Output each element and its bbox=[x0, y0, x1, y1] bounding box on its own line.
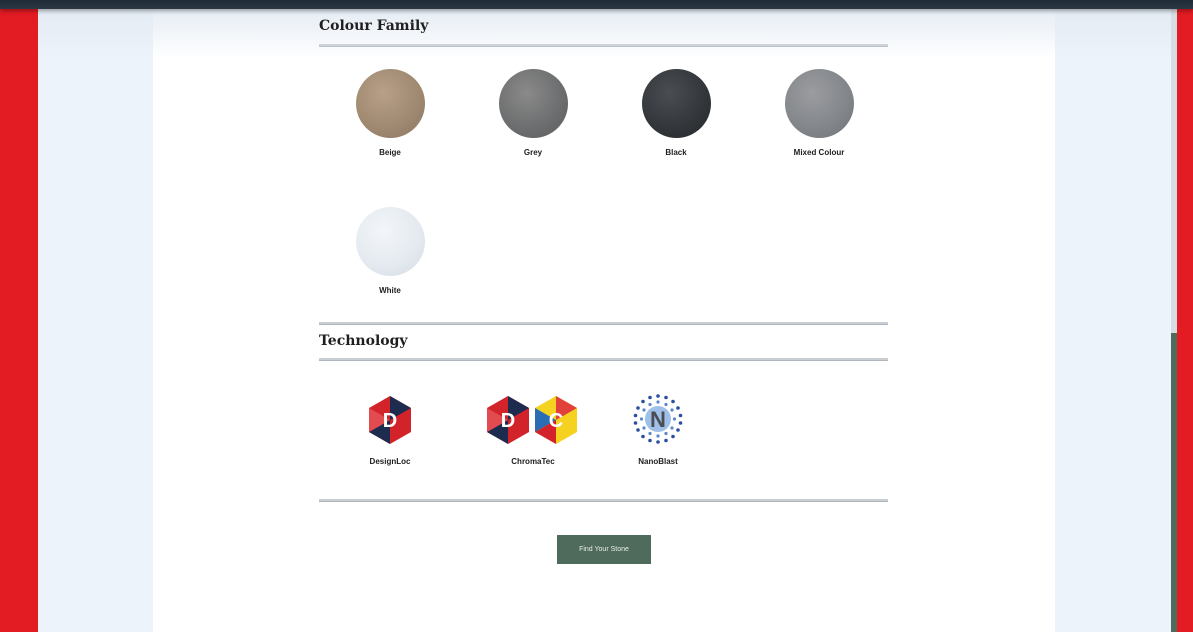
beige-stone-swatch[interactable] bbox=[355, 69, 425, 138]
white-stone-swatch[interactable] bbox=[355, 207, 425, 276]
browser-top-bar bbox=[0, 0, 1193, 9]
nanoblast-logo-icon: N bbox=[633, 394, 683, 444]
tech-designloc[interactable]: D DesignLoc bbox=[330, 394, 450, 466]
swatch-label: Beige bbox=[379, 148, 401, 157]
nanoblast-logo-letter: N bbox=[650, 407, 666, 432]
colour-family-heading: Colour Family bbox=[319, 18, 429, 34]
scrollbar-thumb[interactable] bbox=[1171, 333, 1177, 632]
tech-label: DesignLoc bbox=[369, 457, 411, 466]
technology-heading: Technology bbox=[319, 333, 408, 349]
swatch-beige[interactable]: Beige bbox=[330, 69, 450, 157]
technology-top-divider bbox=[319, 322, 888, 325]
swatch-label: White bbox=[379, 286, 401, 295]
swatch-black[interactable]: Black bbox=[616, 69, 736, 157]
find-your-stone-button[interactable]: Find Your Stone bbox=[557, 535, 651, 564]
swatch-label: Black bbox=[665, 148, 687, 157]
tech-label: NanoBlast bbox=[638, 457, 678, 466]
swatch-grey[interactable]: Grey bbox=[473, 69, 593, 157]
chromatec-logo-letter: D bbox=[501, 410, 515, 432]
designloc-logo-icon: D bbox=[369, 396, 411, 444]
colour-family-divider bbox=[319, 44, 888, 47]
swatch-label: Mixed Colour bbox=[793, 148, 845, 157]
chromatec-logo-icon: D C bbox=[487, 396, 577, 444]
swatch-white[interactable]: White bbox=[330, 207, 450, 295]
tech-chromatec[interactable]: D C ChromaTec bbox=[473, 394, 593, 466]
chromatec-logo-letter: C bbox=[549, 410, 563, 432]
tech-nanoblast[interactable]: N NanoBlast bbox=[598, 394, 718, 466]
swatch-mixed-colour[interactable]: Mixed Colour bbox=[759, 69, 879, 157]
cta-divider bbox=[319, 499, 888, 502]
grey-stone-swatch[interactable] bbox=[498, 69, 568, 138]
technology-divider bbox=[319, 358, 888, 361]
black-stone-swatch[interactable] bbox=[641, 69, 711, 138]
tech-label: ChromaTec bbox=[511, 457, 555, 466]
mixed-colour-stone-swatch[interactable] bbox=[784, 69, 854, 138]
swatch-label: Grey bbox=[523, 148, 543, 157]
designloc-logo-letter: D bbox=[383, 410, 397, 432]
